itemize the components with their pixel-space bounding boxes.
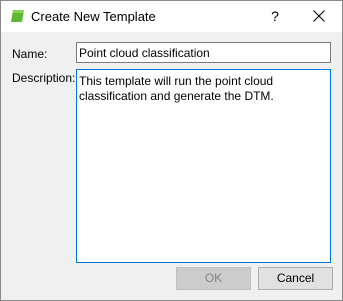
close-button[interactable]: [306, 4, 332, 28]
template-app-icon: [11, 9, 25, 23]
help-button[interactable]: ?: [263, 5, 287, 27]
create-template-dialog: Create New Template ? Name: Description:…: [0, 0, 343, 301]
title-bar[interactable]: Create New Template ?: [1, 1, 342, 32]
close-icon: [313, 10, 325, 22]
name-input[interactable]: [76, 42, 331, 63]
cancel-button[interactable]: Cancel: [258, 267, 333, 290]
description-label: Description:: [12, 71, 76, 85]
description-textarea[interactable]: This template will run the point cloud c…: [76, 69, 331, 263]
dialog-title: Create New Template: [31, 9, 156, 24]
ok-button[interactable]: OK: [176, 267, 251, 290]
name-label: Name:: [12, 47, 48, 61]
